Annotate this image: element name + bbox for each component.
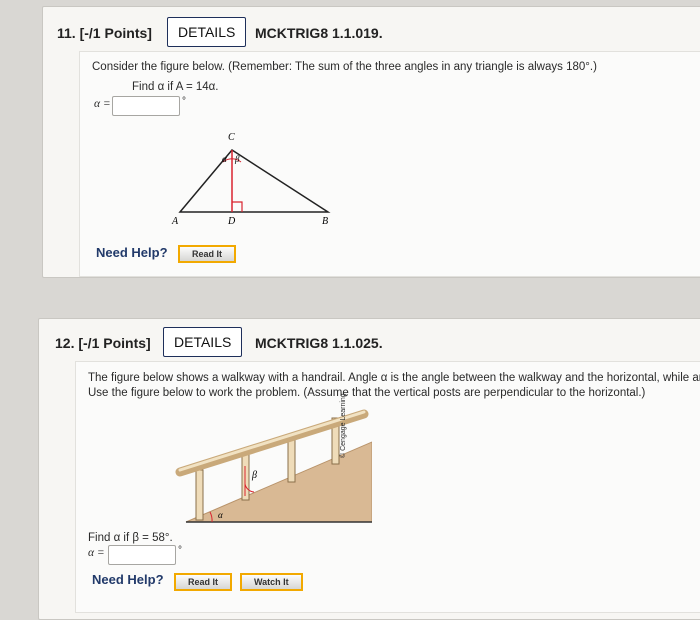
question-prompt-line-1: The figure below shows a walkway with a …	[88, 372, 700, 384]
handrail-post	[195, 469, 204, 521]
beta-label: β	[234, 154, 240, 164]
answer-input[interactable]	[108, 545, 176, 565]
vertex-c-label: C	[228, 132, 235, 143]
question-number: 12.	[55, 335, 75, 351]
triangle-figure: C A D B α β	[171, 132, 331, 227]
question-11-panel: 11. [-/1 Points] DETAILS MCKTRIG8 1.1.01…	[42, 6, 700, 278]
degree-symbol: °	[182, 96, 186, 107]
details-button[interactable]: DETAILS	[167, 17, 247, 47]
answer-input[interactable]	[112, 96, 180, 116]
degree-symbol: °	[178, 545, 182, 556]
find-instruction: Find α if A = 14α.	[132, 81, 219, 93]
question-points: [-/1 Points]	[79, 25, 152, 41]
triangle-shape	[178, 149, 331, 213]
answer-label: α =	[88, 547, 105, 559]
watch-it-button[interactable]: Watch It	[240, 573, 303, 591]
find-instruction: Find α if β = 58°.	[88, 532, 173, 544]
question-12-panel: 12. [-/1 Points] DETAILS MCKTRIG8 1.1.02…	[38, 318, 700, 620]
image-credit: © Cengage Learning	[340, 393, 347, 458]
vertex-d-label: D	[227, 216, 236, 227]
need-help-label: Need Help?	[96, 245, 168, 260]
question-code: MCKTRIG8 1.1.025.	[255, 335, 383, 351]
answer-label: α =	[94, 98, 111, 110]
need-help-label: Need Help?	[92, 572, 164, 587]
question-points: [-/1 Points]	[78, 335, 151, 351]
read-it-button[interactable]: Read It	[178, 245, 237, 263]
right-angle-marker	[232, 201, 243, 212]
alpha-label: α	[218, 510, 223, 520]
alpha-label: α	[222, 154, 227, 164]
vertex-a-label: A	[171, 216, 179, 227]
question-11-body: Consider the figure below. (Remember: Th…	[79, 51, 700, 277]
question-code: MCKTRIG8 1.1.019.	[255, 25, 383, 41]
question-11-header: 11. [-/1 Points]	[57, 25, 152, 41]
details-button[interactable]: DETAILS	[163, 327, 243, 357]
question-prompt-line-2: Use the figure below to work the problem…	[88, 387, 646, 399]
beta-label: β	[251, 470, 257, 481]
question-prompt: Consider the figure below. (Remember: Th…	[92, 61, 597, 73]
vertex-b-label: B	[322, 216, 328, 227]
question-12-body: The figure below shows a walkway with a …	[75, 361, 700, 613]
question-12-header: 12. [-/1 Points]	[55, 335, 151, 351]
question-number: 11.	[57, 25, 76, 41]
read-it-button[interactable]: Read It	[174, 573, 233, 591]
